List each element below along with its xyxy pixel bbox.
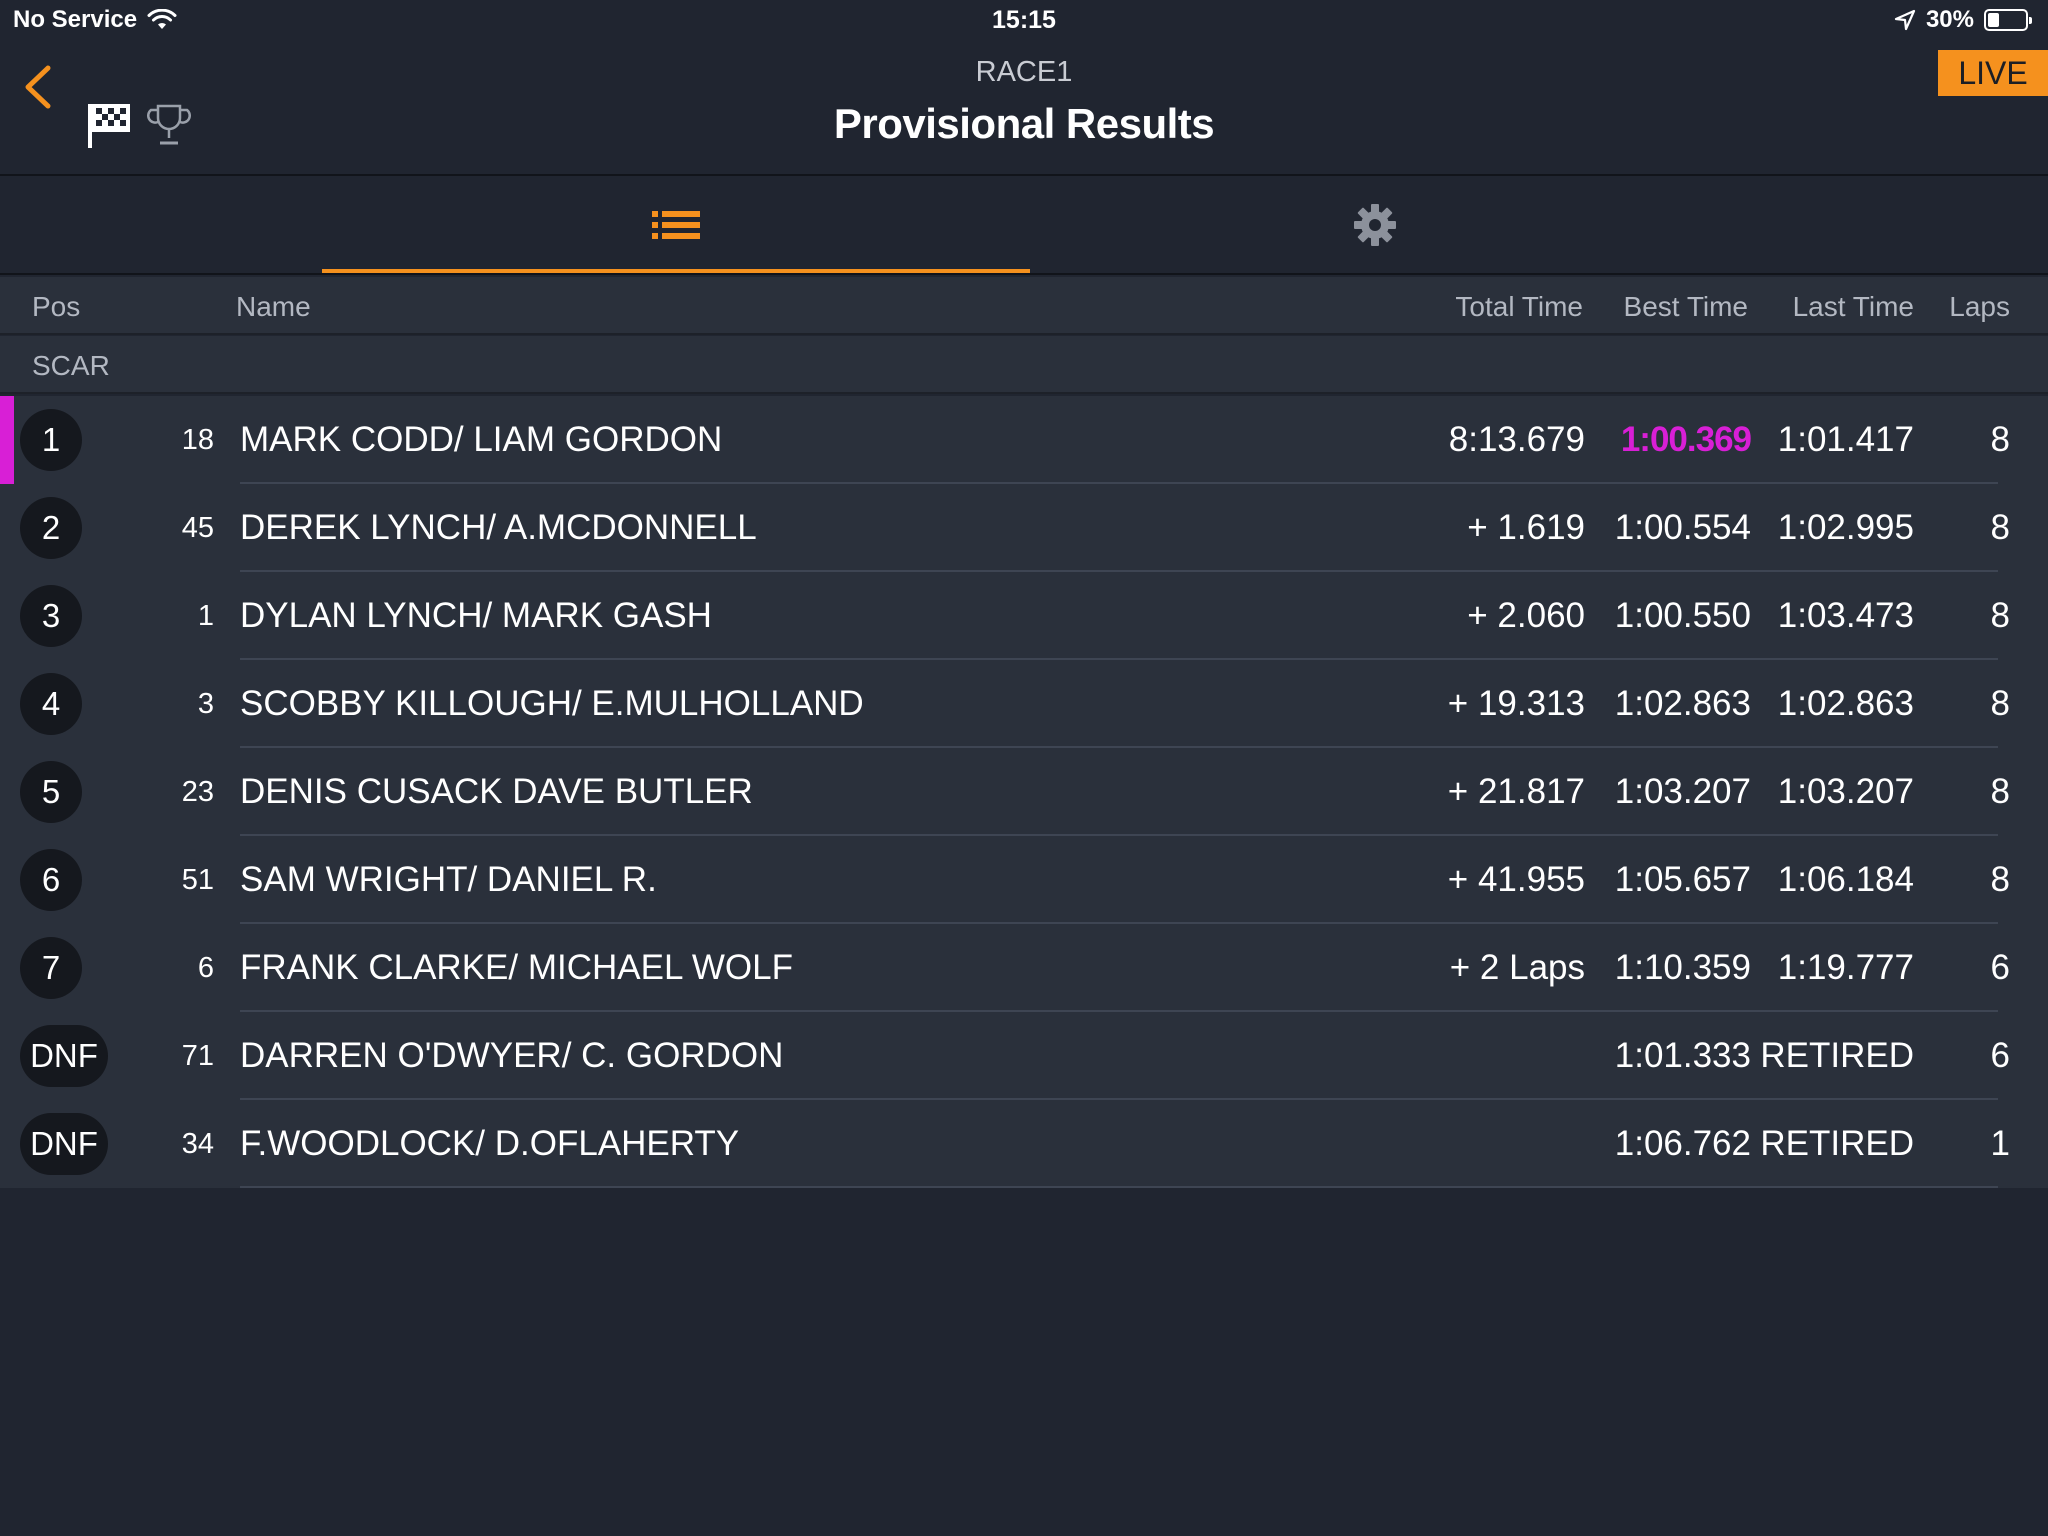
- laps-count: 8: [1990, 772, 2010, 811]
- laps-count: 1: [1990, 1124, 2010, 1163]
- result-row[interactable]: 1 18 MARK CODD/ LIAM GORDON 8:13.679 1:0…: [0, 396, 2048, 484]
- driver-names: DEREK LYNCH/ A.MCDONNELL: [240, 508, 757, 547]
- car-number: 3: [197, 688, 214, 720]
- class-group-header: SCAR: [0, 336, 2048, 394]
- best-time: 1:00.369: [1620, 420, 1752, 459]
- best-time: 1:05.657: [1614, 860, 1751, 899]
- position-badge: 4: [20, 673, 82, 735]
- results-list: 1 18 MARK CODD/ LIAM GORDON 8:13.679 1:0…: [0, 396, 2048, 1188]
- car-number: 23: [181, 776, 214, 808]
- col-laps[interactable]: Laps: [1949, 291, 2010, 323]
- driver-names: F.WOODLOCK/ D.OFLAHERTY: [240, 1124, 740, 1163]
- col-last-time[interactable]: Last Time: [1793, 291, 1914, 323]
- app-root: No Service 15:15 30% RACE1 Provisional R…: [0, 0, 2048, 1536]
- driver-names: FRANK CLARKE/ MICHAEL WOLF: [240, 948, 793, 987]
- last-time: 1:06.184: [1777, 860, 1914, 899]
- position-badge: 5: [20, 761, 82, 823]
- car-number: 51: [181, 864, 214, 896]
- col-total-time[interactable]: Total Time: [1455, 291, 1583, 323]
- list-icon: [652, 210, 700, 239]
- leader-indicator: [0, 396, 14, 484]
- total-time: + 21.817: [1447, 772, 1585, 811]
- best-time: 1:10.359: [1614, 948, 1751, 987]
- last-time: 1:01.417: [1777, 420, 1914, 459]
- tab-results-list[interactable]: [322, 176, 1030, 273]
- best-time: 1:00.550: [1614, 596, 1751, 635]
- status-time: 15:15: [992, 6, 1056, 34]
- last-time: RETIRED: [1760, 1036, 1914, 1075]
- laps-count: 8: [1990, 596, 2010, 635]
- active-tab-underline: [322, 269, 1030, 273]
- tab-settings[interactable]: [1060, 176, 1690, 273]
- result-row[interactable]: 5 23 DENIS CUSACK DAVE BUTLER + 21.817 1…: [0, 748, 2048, 836]
- driver-names: SAM WRIGHT/ DANIEL R.: [240, 860, 657, 899]
- last-time: 1:03.207: [1777, 772, 1914, 811]
- position-badge: DNF: [20, 1025, 108, 1087]
- total-time: 8:13.679: [1448, 420, 1585, 459]
- position-badge: 3: [20, 585, 82, 647]
- position-badge: 2: [20, 497, 82, 559]
- best-time: 1:06.762: [1614, 1124, 1751, 1163]
- position-badge: 6: [20, 849, 82, 911]
- laps-count: 6: [1990, 948, 2010, 987]
- car-number: 71: [181, 1040, 214, 1072]
- best-time: 1:01.333: [1614, 1036, 1751, 1075]
- result-row[interactable]: DNF 71 DARREN O'DWYER/ C. GORDON 1:01.33…: [0, 1012, 2048, 1100]
- live-badge[interactable]: LIVE: [1938, 50, 2048, 96]
- location-arrow-icon: [1894, 9, 1916, 31]
- col-pos[interactable]: Pos: [32, 291, 80, 323]
- gear-icon: [1354, 203, 1396, 246]
- last-time: 1:19.777: [1777, 948, 1914, 987]
- car-number: 34: [181, 1128, 214, 1160]
- total-time: + 1.619: [1467, 508, 1585, 547]
- car-number: 45: [181, 512, 214, 544]
- battery-percent: 30%: [1925, 6, 1974, 33]
- status-bar: No Service 15:15 30%: [0, 0, 2048, 44]
- result-row[interactable]: 4 3 SCOBBY KILLOUGH/ E.MULHOLLAND + 19.3…: [0, 660, 2048, 748]
- result-row[interactable]: 6 51 SAM WRIGHT/ DANIEL R. + 41.955 1:05…: [0, 836, 2048, 924]
- result-row[interactable]: 7 6 FRANK CLARKE/ MICHAEL WOLF + 2 Laps …: [0, 924, 2048, 1012]
- laps-count: 8: [1990, 860, 2010, 899]
- position-badge: 7: [20, 937, 82, 999]
- position-badge: DNF: [20, 1113, 108, 1175]
- car-number: 18: [181, 424, 214, 456]
- laps-count: 8: [1990, 684, 2010, 723]
- total-time: + 2 Laps: [1449, 948, 1585, 987]
- last-time: RETIRED: [1760, 1124, 1914, 1163]
- result-row[interactable]: 3 1 DYLAN LYNCH/ MARK GASH + 2.060 1:00.…: [0, 572, 2048, 660]
- col-name[interactable]: Name: [236, 291, 311, 323]
- best-time: 1:03.207: [1614, 772, 1751, 811]
- header: RACE1 Provisional Results LIVE: [0, 44, 2048, 176]
- best-time: 1:02.863: [1614, 684, 1751, 723]
- race-name: RACE1: [975, 56, 1073, 88]
- last-time: 1:02.995: [1777, 508, 1914, 547]
- best-time: 1:00.554: [1614, 508, 1751, 547]
- last-time: 1:03.473: [1777, 596, 1914, 635]
- driver-names: DENIS CUSACK DAVE BUTLER: [240, 772, 753, 811]
- car-number: 6: [197, 952, 214, 984]
- laps-count: 8: [1990, 420, 2010, 459]
- driver-names: DARREN O'DWYER/ C. GORDON: [240, 1036, 784, 1075]
- total-time: + 2.060: [1467, 596, 1585, 635]
- total-time: + 41.955: [1447, 860, 1585, 899]
- col-best-time[interactable]: Best Time: [1624, 291, 1748, 323]
- position-badge: 1: [20, 409, 82, 471]
- driver-names: MARK CODD/ LIAM GORDON: [240, 420, 723, 459]
- status-right: 30%: [1894, 6, 2032, 34]
- battery-icon: [1984, 9, 2032, 31]
- last-time: 1:02.863: [1777, 684, 1914, 723]
- laps-count: 6: [1990, 1036, 2010, 1075]
- car-number: 1: [197, 600, 214, 632]
- results-column-header: Pos Name Total Time Best Time Last Time …: [0, 277, 2048, 335]
- result-row[interactable]: DNF 34 F.WOODLOCK/ D.OFLAHERTY 1:06.762 …: [0, 1100, 2048, 1188]
- battery-fill: [1988, 13, 1999, 27]
- class-group-label: SCAR: [32, 350, 110, 381]
- laps-count: 8: [1990, 508, 2010, 547]
- total-time: + 19.313: [1447, 684, 1585, 723]
- driver-names: SCOBBY KILLOUGH/ E.MULHOLLAND: [240, 684, 864, 723]
- driver-names: DYLAN LYNCH/ MARK GASH: [240, 596, 712, 635]
- result-row[interactable]: 2 45 DEREK LYNCH/ A.MCDONNELL + 1.619 1:…: [0, 484, 2048, 572]
- page-title: Provisional Results: [833, 100, 1215, 147]
- tab-bar: [0, 176, 2048, 275]
